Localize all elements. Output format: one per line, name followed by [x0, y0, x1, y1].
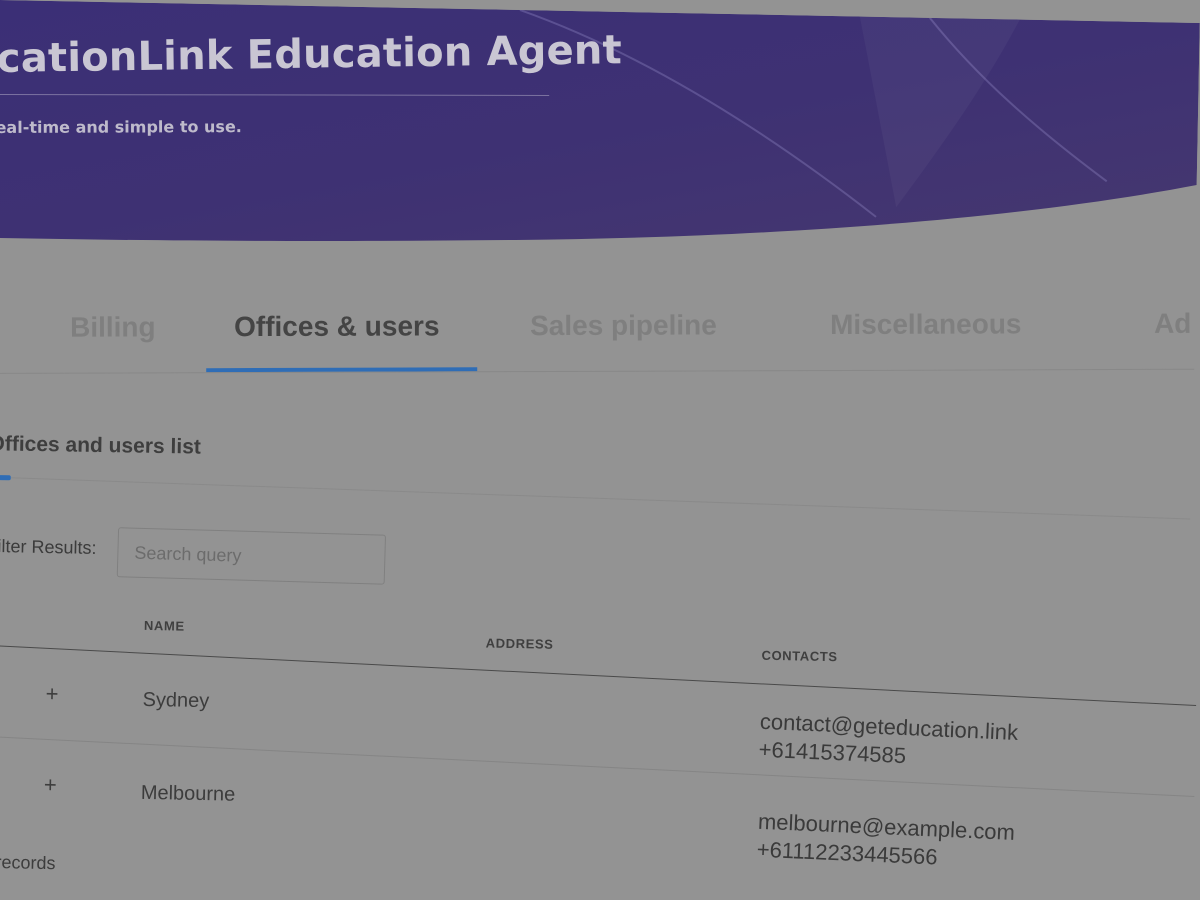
section-accent	[0, 474, 11, 481]
filter-label: Filter Results:	[0, 535, 97, 558]
search-input[interactable]	[116, 527, 387, 585]
tab-bar: Billing Offices & users Sales pipeline M…	[0, 308, 1195, 374]
office-contacts: contact@geteducation.link +61415374585	[758, 708, 1019, 775]
column-header-address[interactable]: ADDRESS	[486, 635, 554, 651]
office-name: Melbourne	[140, 781, 236, 806]
section-title: Offices and users list	[0, 432, 202, 459]
page-subtitle: eal-time and simple to use.	[0, 117, 242, 137]
records-count: 2 records	[0, 852, 56, 874]
tab-offices-users[interactable]: Offices & users	[234, 310, 440, 343]
tab-miscellaneous[interactable]: Miscellaneous	[830, 308, 1022, 341]
office-name: Sydney	[142, 688, 210, 713]
page: cationLink Education Agent eal-time and …	[0, 0, 1200, 900]
office-contacts: melbourne@example.com +61112233445566	[756, 808, 1015, 875]
hero-banner: cationLink Education Agent eal-time and …	[0, 0, 1200, 263]
expand-row-icon[interactable]: +	[44, 772, 57, 797]
tab-sales-pipeline[interactable]: Sales pipeline	[530, 309, 717, 342]
section-divider	[10, 477, 1191, 520]
content-plane: cationLink Education Agent eal-time and …	[0, 0, 1200, 900]
page-title: cationLink Education Agent	[0, 27, 623, 82]
column-header-contacts[interactable]: CONTACTS	[761, 648, 837, 664]
tab-bar-divider	[0, 368, 1195, 374]
column-header-name[interactable]: NAME	[144, 618, 185, 634]
tab-billing[interactable]: Billing	[70, 311, 156, 343]
tab-ad[interactable]: Ad	[1154, 308, 1191, 340]
expand-row-icon[interactable]: +	[45, 681, 58, 706]
